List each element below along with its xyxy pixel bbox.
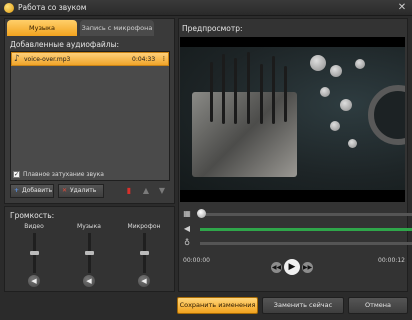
preview-heading: Предпросмотр: — [182, 24, 243, 33]
file-duration: 0:04:33 — [132, 56, 156, 63]
cosmetic-pan — [330, 121, 340, 131]
audio-file-list[interactable]: ♪ voice-over.mp3 0:04:33 ⁞ ✓ Плавное зат… — [10, 51, 170, 181]
document-icon: ▮ — [126, 186, 132, 195]
speaker-icon[interactable]: ◀ — [28, 275, 40, 287]
plus-icon: + — [13, 187, 20, 194]
cosmetic-pan — [348, 139, 357, 148]
channel-music: Музыка ◀ — [71, 223, 107, 289]
volume-thumb[interactable] — [140, 251, 149, 255]
speaker-icon[interactable]: ◀ — [83, 275, 95, 287]
channel-label: Музыка — [77, 223, 101, 230]
preview-frame — [180, 47, 405, 190]
edit-file-button[interactable]: ▮ — [123, 185, 135, 197]
close-button[interactable]: ✕ — [395, 2, 409, 14]
title-bar: Работа со звуком ✕ — [0, 0, 412, 16]
brush-case-image — [192, 52, 297, 177]
delete-button-label: Удалить — [70, 187, 97, 194]
brush — [247, 52, 250, 124]
microphone-timeline: ♁ — [182, 238, 412, 248]
play-icon[interactable]: ▶ — [284, 259, 300, 275]
microphone-icon: ♁ — [184, 238, 190, 247]
mirror-image — [368, 85, 405, 145]
arrow-up-icon: ▲ — [142, 186, 150, 195]
channel-label: Микрофон — [127, 223, 161, 230]
current-time: 00:00:00 — [183, 257, 210, 264]
microphone-track[interactable] — [200, 242, 412, 245]
tab-music[interactable]: Музыка — [7, 20, 77, 36]
add-button[interactable]: + Добавить — [10, 184, 54, 198]
move-down-button[interactable]: ▼ — [156, 185, 168, 197]
move-up-button[interactable]: ▲ — [140, 185, 152, 197]
music-note-icon: ♪ — [14, 54, 20, 64]
cross-icon: ✕ — [61, 187, 68, 194]
channel-label: Видео — [24, 223, 44, 230]
total-time: 00:00:12 — [378, 257, 405, 264]
video-track[interactable] — [200, 213, 412, 216]
cosmetic-pan — [330, 65, 342, 77]
playhead[interactable] — [197, 209, 206, 218]
audio-timeline: ◀ — [182, 224, 412, 234]
file-name: voice-over.mp3 — [24, 56, 71, 63]
drag-handle-icon[interactable]: ⁞ — [163, 55, 165, 63]
speaker-icon: ◀ — [183, 224, 191, 233]
cosmetic-pan — [355, 59, 365, 69]
video-timeline: ▦ — [182, 209, 412, 219]
save-changes-button[interactable]: Сохранить изменения — [177, 297, 258, 314]
delete-button[interactable]: ✕ Удалить — [58, 184, 104, 198]
window-title: Работа со звуком — [18, 3, 87, 12]
brush — [272, 56, 275, 124]
add-button-label: Добавить — [22, 187, 53, 194]
cancel-button[interactable]: Отмена — [348, 297, 408, 314]
video-preview — [180, 37, 405, 202]
cosmetic-pan — [310, 55, 326, 71]
channel-microphone: Микрофон ◀ — [126, 223, 162, 289]
brush — [222, 54, 225, 124]
brush — [284, 66, 287, 122]
arrow-down-icon: ▼ — [158, 186, 166, 195]
channel-video: Видео ◀ — [16, 223, 52, 289]
music-track[interactable] — [200, 228, 412, 231]
next-icon[interactable]: ▶▶ — [302, 262, 313, 273]
cosmetic-pan — [320, 87, 330, 97]
brush — [260, 64, 263, 124]
volume-heading: Громкость: — [10, 211, 55, 220]
brush — [234, 58, 237, 124]
replace-now-button[interactable]: Заменить сейчас — [262, 297, 344, 314]
previous-icon[interactable]: ◀◀ — [271, 262, 282, 273]
cosmetic-pan — [340, 99, 352, 111]
app-icon — [4, 3, 14, 13]
audio-files-heading: Добавленные аудиофайлы: — [10, 40, 120, 49]
volume-thumb[interactable] — [85, 251, 94, 255]
tab-microphone-recording[interactable]: Запись с микрофона — [80, 20, 154, 36]
volume-thumb[interactable] — [30, 251, 39, 255]
film-icon: ▦ — [183, 209, 191, 218]
fade-checkbox[interactable]: ✓ — [13, 171, 20, 178]
speaker-icon[interactable]: ◀ — [138, 275, 150, 287]
brush — [210, 62, 213, 122]
list-item[interactable]: ♪ voice-over.mp3 0:04:33 ⁞ — [11, 52, 169, 66]
fade-label: Плавное затухание звука — [23, 171, 104, 178]
